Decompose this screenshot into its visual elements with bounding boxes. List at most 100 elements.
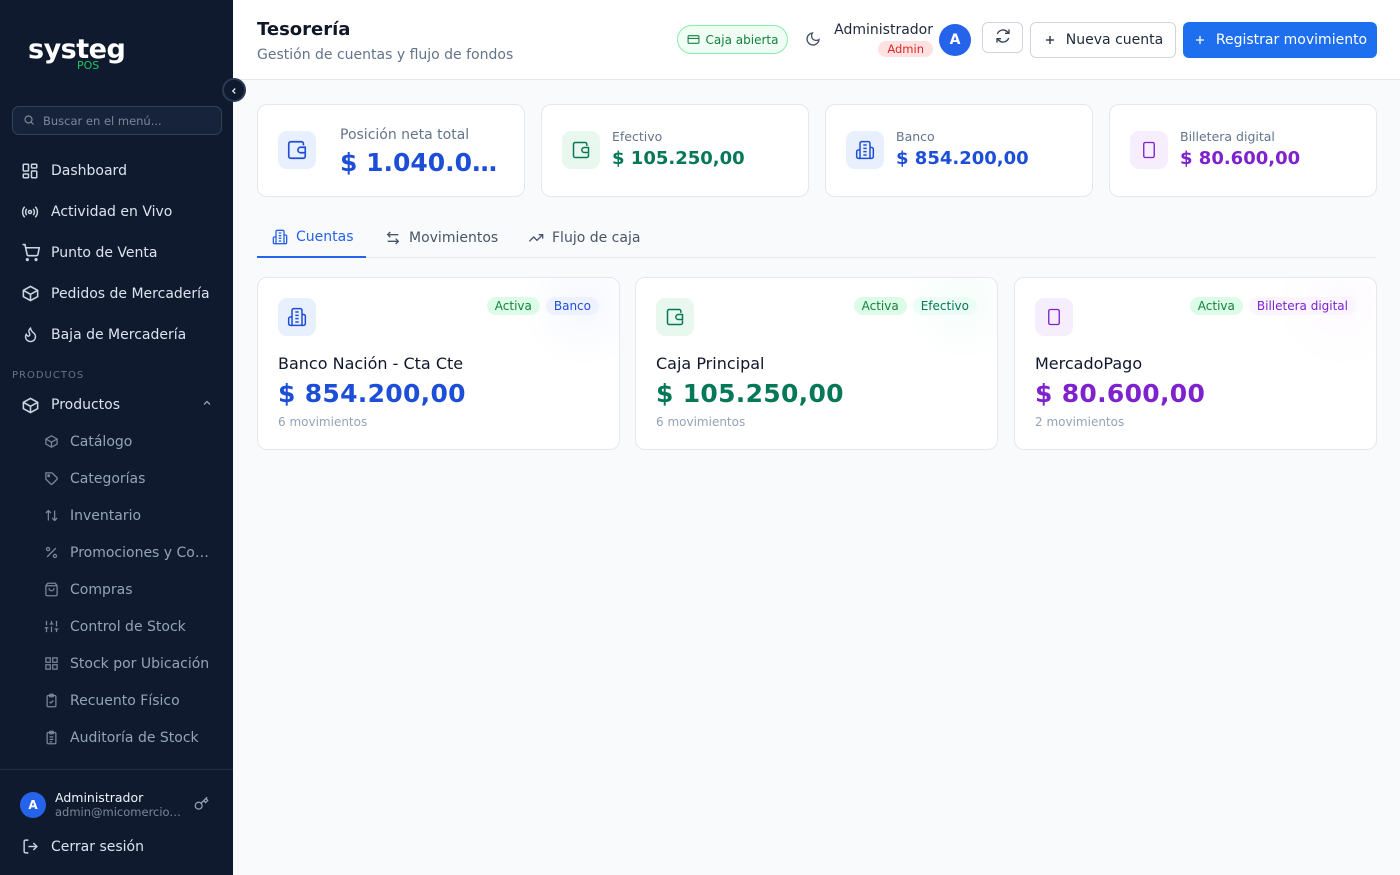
sub-item-control-stock[interactable]: Control de Stock xyxy=(0,608,233,645)
page-subtitle: Gestión de cuentas y flujo de fondos xyxy=(257,47,514,63)
stat-card-banco: Banco $ 854.200,00 xyxy=(825,104,1093,197)
tab-cuentas[interactable]: Cuentas xyxy=(257,218,366,258)
trending-up-icon xyxy=(528,230,544,246)
avatar[interactable]: A xyxy=(939,24,971,56)
sub-item-categorias[interactable]: Categorías xyxy=(0,460,233,497)
tab-movimientos[interactable]: Movimientos xyxy=(385,218,498,258)
stat-label: Billetera digital xyxy=(1180,129,1275,144)
sub-label: Promociones y Combos xyxy=(70,544,211,561)
stat-label: Efectivo xyxy=(612,129,663,144)
user-profile[interactable]: A Administrador admin@micomercio.com xyxy=(20,790,183,819)
moon-icon[interactable] xyxy=(805,31,821,51)
caja-status-label: Caja abierta xyxy=(705,32,779,47)
sidebar-collapse-button[interactable] xyxy=(222,78,246,102)
smartphone-icon xyxy=(1130,131,1168,169)
nav-item-productos[interactable]: Productos xyxy=(0,385,233,425)
grid-icon xyxy=(20,161,40,181)
logout-button[interactable]: Cerrar sesión xyxy=(22,838,144,855)
account-movements: 2 movimientos xyxy=(1035,415,1125,429)
user-email: admin@micomercio.com xyxy=(55,805,183,819)
stat-value: $ 80.600,00 xyxy=(1180,148,1301,169)
type-badge: Billetera digital xyxy=(1248,297,1356,315)
sub-item-stock-ubicacion[interactable]: Stock por Ubicación xyxy=(0,645,233,682)
account-card-mercadopago[interactable]: Activa Billetera digital MercadoPago $ 8… xyxy=(1014,277,1377,450)
logout-icon xyxy=(22,838,39,855)
bank-icon xyxy=(272,229,288,245)
wallet-icon xyxy=(278,131,316,169)
sub-item-promociones[interactable]: Promociones y Combos xyxy=(0,534,233,571)
account-name: Banco Nación - Cta Cte xyxy=(278,354,464,373)
tag-icon xyxy=(42,470,60,488)
admin-role-badge: Admin xyxy=(878,41,933,57)
nav-item-punto-venta[interactable]: Punto de Venta xyxy=(0,232,233,273)
section-label-productos: PRODUCTOS xyxy=(12,370,85,381)
account-name: Caja Principal xyxy=(656,354,765,373)
logo-sub-text: POS xyxy=(77,59,100,72)
tab-label: Cuentas xyxy=(296,229,354,245)
register-movement-button[interactable]: Registrar movimiento xyxy=(1183,22,1377,58)
sub-item-inventario[interactable]: Inventario xyxy=(0,497,233,534)
admin-info: Administrador Admin xyxy=(833,22,933,57)
main-nav: Dashboard Actividad en Vivo Punto de Ven… xyxy=(0,150,233,355)
stat-card-billetera: Billetera digital $ 80.600,00 xyxy=(1109,104,1377,197)
menu-search[interactable] xyxy=(12,106,222,135)
plus-icon xyxy=(1193,33,1207,47)
logo[interactable]: systeg POS xyxy=(28,34,138,74)
sub-label: Catálogo xyxy=(70,433,133,450)
products-submenu: Catálogo Categorías Inventario Promocion… xyxy=(0,423,233,756)
account-card-banco[interactable]: Activa Banco Banco Nación - Cta Cte $ 85… xyxy=(257,277,620,450)
caja-status-badge[interactable]: Caja abierta xyxy=(677,25,788,54)
stat-card-total: Posición neta total $ 1.040.050,00 xyxy=(257,104,525,197)
sub-item-auditoria[interactable]: Auditoría de Stock xyxy=(0,719,233,756)
refresh-button[interactable] xyxy=(982,22,1023,53)
wallet-icon xyxy=(562,131,600,169)
account-balance: $ 854.200,00 xyxy=(278,379,466,408)
plus-icon xyxy=(1043,33,1057,47)
status-badge: Activa xyxy=(1189,297,1243,315)
new-account-button[interactable]: Nueva cuenta xyxy=(1030,22,1176,58)
nav-item-pedidos[interactable]: Pedidos de Mercadería xyxy=(0,273,233,314)
chevron-up-icon[interactable] xyxy=(201,397,213,413)
stat-card-efectivo: Efectivo $ 105.250,00 xyxy=(541,104,809,197)
page-title: Tesorería xyxy=(257,19,351,40)
type-badge: Efectivo xyxy=(912,297,977,315)
smartphone-icon xyxy=(1035,298,1073,336)
menu-search-input[interactable] xyxy=(43,113,203,128)
nav-label: Pedidos de Mercadería xyxy=(51,285,210,302)
key-icon[interactable] xyxy=(194,796,209,815)
sidebar-footer: A Administrador admin@micomercio.com Cer… xyxy=(0,769,233,875)
logout-label: Cerrar sesión xyxy=(51,838,144,855)
package-icon xyxy=(20,284,40,304)
chevron-left-icon xyxy=(229,81,239,100)
sliders-icon xyxy=(42,618,60,636)
nav-label: Punto de Venta xyxy=(51,244,158,261)
sub-label: Control de Stock xyxy=(70,618,186,635)
sub-label: Stock por Ubicación xyxy=(70,655,210,672)
account-card-caja[interactable]: Activa Efectivo Caja Principal $ 105.250… xyxy=(635,277,998,450)
nav-item-actividad[interactable]: Actividad en Vivo xyxy=(0,191,233,232)
nav-item-baja[interactable]: Baja de Mercadería xyxy=(0,314,233,355)
status-badge: Activa xyxy=(486,297,540,315)
cart-icon xyxy=(20,243,40,263)
sub-item-compras[interactable]: Compras xyxy=(0,571,233,608)
tab-label: Flujo de caja xyxy=(552,230,641,246)
tab-flujo-caja[interactable]: Flujo de caja xyxy=(528,218,640,258)
sidebar: systeg POS Dashboard Actividad en Vivo P… xyxy=(0,0,233,875)
refresh-icon xyxy=(995,28,1011,47)
nav-item-dashboard[interactable]: Dashboard xyxy=(0,150,233,191)
nav-label: Baja de Mercadería xyxy=(51,326,187,343)
sub-item-recuento[interactable]: Recuento Físico xyxy=(0,682,233,719)
status-badge: Activa xyxy=(853,297,907,315)
flame-icon xyxy=(20,325,40,345)
account-movements: 6 movimientos xyxy=(278,415,368,429)
swap-arrows-icon xyxy=(385,230,401,246)
nav-label: Actividad en Vivo xyxy=(51,203,173,220)
sub-label: Recuento Físico xyxy=(70,692,180,709)
percent-icon xyxy=(42,544,60,562)
sub-label: Inventario xyxy=(70,507,142,524)
sub-item-catalogo[interactable]: Catálogo xyxy=(0,423,233,460)
sort-arrows-icon xyxy=(42,507,60,525)
tab-label: Movimientos xyxy=(409,230,499,246)
bank-icon xyxy=(278,298,316,336)
admin-name: Administrador xyxy=(834,22,933,38)
